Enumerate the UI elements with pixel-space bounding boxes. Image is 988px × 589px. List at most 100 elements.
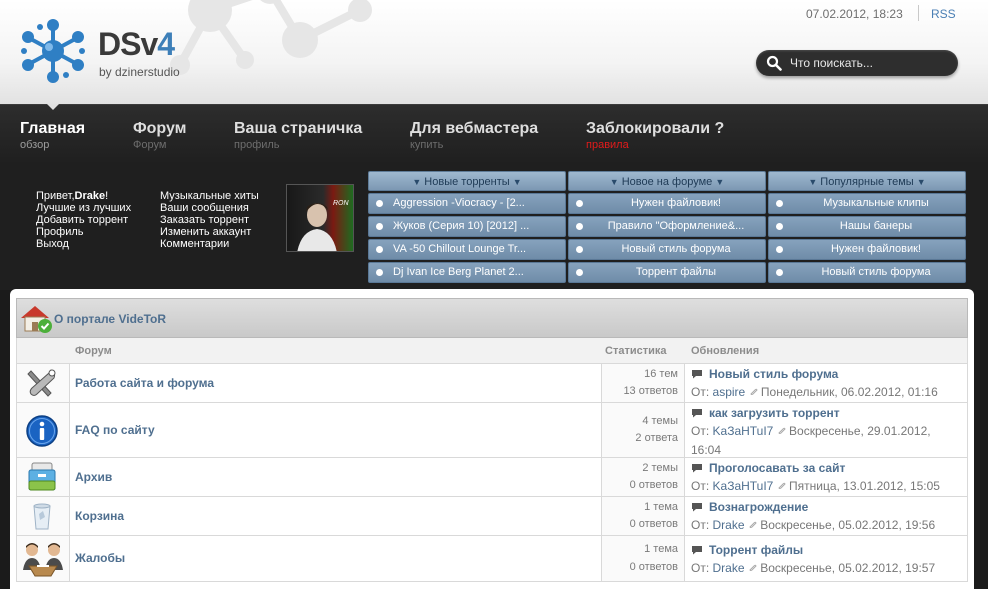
nav-profile-title: Ваша страничка <box>234 120 363 137</box>
link-best[interactable]: Лучшие из лучших <box>36 202 131 214</box>
link-add-torrent[interactable]: Добавить торрент <box>36 214 131 226</box>
link-logout[interactable]: Выход <box>36 238 131 250</box>
last-post-title-text: Новый стиль форума <box>709 367 839 381</box>
last-post-title[interactable]: Проголосавать за сайт <box>691 459 963 477</box>
chevron-down-icon: ▼ <box>609 177 619 187</box>
last-post-meta: От: aspire Понедельник, 06.02.2012, 01:1… <box>691 385 938 399</box>
forum-name-link[interactable]: Работа сайта и форума <box>75 376 214 390</box>
topics-count: 16 тем <box>644 368 678 380</box>
home-check-icon <box>21 306 52 333</box>
list-item[interactable]: Торрент файлы <box>568 262 766 283</box>
bullet-icon <box>576 246 583 253</box>
list-item[interactable]: Правило "Оформление&... <box>568 216 766 237</box>
link-edit-account[interactable]: Изменить аккаунт <box>160 226 259 238</box>
forum-stats-cell: 2 темы 0 ответов <box>601 458 685 496</box>
list-item-label: Нужен файловик! <box>830 243 921 255</box>
bullet-icon <box>376 223 383 230</box>
link-profile[interactable]: Профиль <box>36 226 131 238</box>
nav-home-title: Главная <box>20 120 86 137</box>
bullet-icon <box>776 246 783 253</box>
from-label: От: <box>691 518 710 532</box>
link-order-torrent[interactable]: Заказать торрент <box>160 214 259 226</box>
last-post-title[interactable]: Торрент файлы <box>691 541 963 559</box>
forum-name-link[interactable]: FAQ по сайту <box>75 423 155 437</box>
last-post-title-text: Торрент файлы <box>709 543 804 557</box>
nav-forum[interactable]: Форум Форум <box>133 120 187 152</box>
last-post-author[interactable]: Drake <box>713 561 745 575</box>
last-post-author[interactable]: Drake <box>713 518 745 532</box>
search-box[interactable] <box>756 50 958 76</box>
logo-icon[interactable] <box>20 18 86 84</box>
column-header-label: Новые торренты <box>424 176 510 188</box>
nav-profile[interactable]: Ваша страничка профиль <box>234 120 362 152</box>
list-item[interactable]: Нужен файловик! <box>768 239 966 260</box>
column-header-new-torrents[interactable]: ▼ Новые торренты ▼ <box>368 171 566 191</box>
search-icon[interactable] <box>766 55 782 71</box>
list-item-label: Нашы банеры <box>839 220 913 232</box>
last-post-title[interactable]: Новый стиль форума <box>691 365 963 383</box>
forum-icon-cell <box>17 403 70 457</box>
nav-home-subtitle: обзор <box>20 139 50 151</box>
list-item-label: Музыкальные клипы <box>823 197 929 209</box>
nav-webmaster-title: Для вебмастера <box>410 120 539 137</box>
nav-webmaster[interactable]: Для вебмастера купить <box>410 120 538 152</box>
last-post-title-text: Проголосавать за сайт <box>709 461 846 475</box>
speech-bubble-icon <box>692 503 702 512</box>
nav-home[interactable]: Главная обзор <box>20 120 85 152</box>
list-item[interactable]: Жуков (Серия 10) [2012] ... <box>368 216 566 237</box>
avatar[interactable]: RON <box>286 184 354 252</box>
paperclip-icon <box>778 427 786 434</box>
link-messages[interactable]: Ваши сообщения <box>160 202 259 214</box>
forum-name-link[interactable]: Жалобы <box>75 551 125 565</box>
last-post: Новый стиль форума От: aspire Понедельни… <box>691 365 963 402</box>
forum-name-link[interactable]: Корзина <box>75 509 124 523</box>
last-post-author[interactable]: aspire <box>713 385 746 399</box>
list-item[interactable]: Aggression -Viocracy - [2... <box>368 193 566 214</box>
bullet-icon <box>776 200 783 207</box>
list-item[interactable]: Новый стиль форума <box>768 262 966 283</box>
nav-forum-subtitle: Форум <box>133 139 167 151</box>
list-item[interactable]: Музыкальные клипы <box>768 193 966 214</box>
list-item[interactable]: VA -50 Chillout Lounge Tr... <box>368 239 566 260</box>
username[interactable]: Drake <box>75 190 106 202</box>
list-item[interactable]: Нужен файловик! <box>568 193 766 214</box>
from-label: От: <box>691 479 710 493</box>
rss-link[interactable]: RSS <box>931 7 956 21</box>
posts-count: 13 ответов <box>623 385 678 397</box>
logo-wordmark[interactable]: DSv4 <box>98 26 175 63</box>
last-post: Проголосавать за сайт От: KaЗaHTuI7 Пятн… <box>691 459 963 496</box>
new-on-forum-column: ▼ Новое на форуме ▼ Нужен файловик! Прав… <box>568 171 766 283</box>
column-header-new-on-forum[interactable]: ▼ Новое на форуме ▼ <box>568 171 766 191</box>
link-comments[interactable]: Комментарии <box>160 238 259 250</box>
posts-count: 0 ответов <box>629 479 678 491</box>
category-title[interactable]: О портале VideToR <box>54 312 166 326</box>
last-post-title[interactable]: Вознагрождение <box>691 498 963 516</box>
link-music-hits[interactable]: Музыкальные хиты <box>160 190 259 202</box>
column-header-popular-topics[interactable]: ▼ Популярные темы ▼ <box>768 171 966 191</box>
trash-icon <box>33 503 51 530</box>
logo-subtitle: by dzinerstudio <box>99 65 180 79</box>
forum-name-link[interactable]: Архив <box>75 470 112 484</box>
avatar-text: RON <box>333 200 350 207</box>
bullet-icon <box>576 269 583 276</box>
nav-blocked[interactable]: Заблокировали ? правила <box>586 120 724 152</box>
bullet-icon <box>576 223 583 230</box>
search-input[interactable] <box>790 53 950 73</box>
background-molecule-decoration <box>170 0 372 75</box>
list-item-label: Новый стиль форума <box>821 266 931 278</box>
forum-category-header: О портале VideToR <box>16 298 968 338</box>
last-post-author[interactable]: KaЗaHTuI7 <box>713 479 774 493</box>
speech-bubble-icon <box>692 464 702 473</box>
list-item-label: Новый стиль форума <box>621 243 731 255</box>
topics-count: 1 тема <box>644 501 678 513</box>
list-item[interactable]: Dj Ivan Ice Berg Planet 2... <box>368 262 566 283</box>
bullet-icon <box>776 269 783 276</box>
last-post-date: Воскресенье, 05.02.2012, 19:56 <box>760 518 936 532</box>
list-item[interactable]: Новый стиль форума <box>568 239 766 260</box>
list-item[interactable]: Нашы банеры <box>768 216 966 237</box>
col-header-stats: Статистика <box>605 345 667 357</box>
chevron-down-icon: ▼ <box>412 177 422 187</box>
last-post-author[interactable]: KaЗaHTuI7 <box>713 424 774 438</box>
paperclip-icon <box>749 521 757 528</box>
last-post-title[interactable]: как загрузить торрент <box>691 404 963 422</box>
